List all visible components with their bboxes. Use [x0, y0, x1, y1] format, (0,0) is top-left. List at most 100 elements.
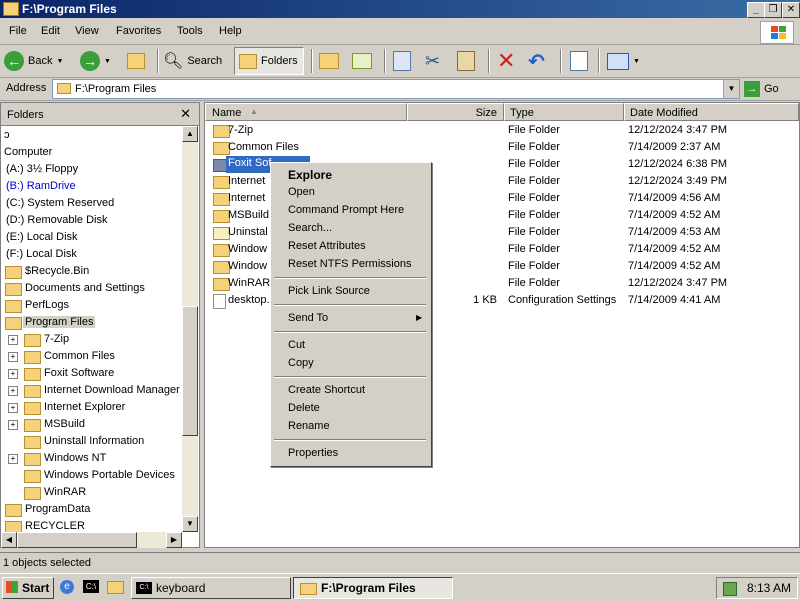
expand-icon[interactable]: + — [8, 403, 18, 413]
menu-edit[interactable]: Edit — [41, 25, 60, 37]
windows-logo-icon — [6, 581, 18, 593]
folder-icon — [5, 504, 22, 517]
menu-view[interactable]: View — [75, 25, 99, 37]
scroll-thumb[interactable] — [182, 306, 198, 436]
taskbar-item-explorer[interactable]: F:\Program Files — [293, 577, 453, 599]
menu-item-cut[interactable]: Cut — [273, 336, 427, 354]
expand-icon[interactable]: + — [8, 335, 18, 345]
close-folders-pane-icon[interactable]: ✕ — [180, 106, 191, 122]
chevron-down-icon: ▼ — [104, 57, 111, 65]
network-icon[interactable] — [723, 582, 737, 596]
menu-item-delete[interactable]: Delete — [273, 399, 427, 417]
folder-icon[interactable] — [107, 581, 124, 594]
scroll-thumb[interactable] — [17, 532, 137, 548]
address-bar: Address F:\Program Files ▼ → Go — [0, 78, 800, 101]
menu-item-reset-ntfs[interactable]: Reset NTFS Permissions — [273, 255, 427, 273]
address-value: F:\Program Files — [75, 83, 157, 95]
menu-item-command-prompt[interactable]: Command Prompt Here — [273, 201, 427, 219]
forward-button[interactable]: → ▼ — [80, 47, 111, 75]
scroll-up-icon[interactable]: ▲ — [182, 126, 198, 142]
views-button[interactable]: ▼ — [607, 47, 640, 75]
scroll-down-icon[interactable]: ▼ — [182, 516, 198, 532]
back-button[interactable]: ← Back ▼ — [4, 47, 63, 75]
menu-item-create-shortcut[interactable]: Create Shortcut — [273, 381, 427, 399]
address-label: Address — [6, 82, 47, 94]
copy-to-button[interactable] — [352, 47, 372, 75]
toolbar: ← Back ▼ → ▼ 🔍︎ Search Folders ✂ ✕ ↶ ▼ — [0, 45, 800, 78]
file-row[interactable]: 7-Zip File Folder 12/12/2024 3:47 PM — [205, 122, 799, 139]
up-folder-icon — [127, 53, 145, 69]
address-input[interactable]: F:\Program Files ▼ — [52, 79, 740, 99]
folder-icon — [300, 583, 317, 595]
undo-button[interactable]: ↶ — [528, 47, 545, 75]
properties-button[interactable] — [570, 47, 588, 75]
start-button[interactable]: Start — [2, 577, 54, 599]
submenu-arrow-icon: ▶ — [416, 313, 423, 322]
paste-button[interactable] — [457, 47, 475, 75]
file-row[interactable]: Common Files File Folder 7/14/2009 2:37 … — [205, 139, 799, 156]
folder-icon — [24, 351, 41, 364]
taskbar-item-keyboard[interactable]: C:\ keyboard — [131, 577, 291, 599]
delete-button[interactable]: ✕ — [497, 47, 515, 75]
column-header-date-modified[interactable]: Date Modified — [624, 103, 799, 121]
menu-item-pick-link-source[interactable]: Pick Link Source — [273, 282, 427, 300]
expand-icon[interactable]: + — [8, 352, 18, 362]
folder-icon — [5, 283, 22, 296]
sort-ascending-icon: ▲ — [250, 107, 258, 116]
menu-item-open[interactable]: Open — [273, 183, 427, 201]
cut-button[interactable]: ✂ — [425, 47, 440, 75]
system-tray: 8:13 AM — [716, 577, 798, 599]
clock[interactable]: 8:13 AM — [747, 581, 791, 595]
scroll-right-icon[interactable]: ▶ — [166, 532, 182, 548]
column-header-type[interactable]: Type — [504, 103, 624, 121]
move-to-button[interactable] — [319, 47, 339, 75]
menu-item-copy[interactable]: Copy — [273, 354, 427, 372]
menu-item-rename[interactable]: Rename — [273, 417, 427, 435]
expand-icon[interactable]: + — [8, 420, 18, 430]
maximize-button[interactable]: ❐ — [764, 2, 782, 18]
chevron-down-icon: ▼ — [633, 57, 640, 65]
menu-item-reset-attributes[interactable]: Reset Attributes — [273, 237, 427, 255]
scroll-left-icon[interactable]: ◀ — [1, 532, 17, 548]
menu-item-send-to[interactable]: Send To ▶ — [273, 309, 427, 327]
expand-icon[interactable]: + — [8, 369, 18, 379]
internet-explorer-icon[interactable]: e — [60, 580, 74, 594]
folders-vertical-scrollbar[interactable]: ▲ ▼ — [182, 126, 198, 532]
copy-button[interactable] — [393, 47, 411, 75]
go-button[interactable]: → Go — [744, 79, 779, 98]
menu-help[interactable]: Help — [219, 25, 242, 37]
menu-file[interactable]: File — [9, 25, 27, 37]
move-to-icon — [319, 53, 339, 69]
menu-tools[interactable]: Tools — [177, 25, 203, 37]
status-text: 1 objects selected — [3, 557, 92, 569]
go-label: Go — [764, 82, 779, 95]
menu-item-search[interactable]: Search... — [273, 219, 427, 237]
command-prompt-icon: C:\ — [136, 582, 152, 594]
column-header-name[interactable]: Name ▲ — [205, 103, 407, 121]
folders-pane-title: Folders — [7, 109, 44, 121]
folders-button[interactable]: Folders — [234, 47, 304, 75]
menu-separator — [274, 277, 426, 279]
menu-separator — [274, 439, 426, 441]
folders-horizontal-scrollbar[interactable]: ◀ ▶ — [1, 532, 182, 548]
chevron-down-icon: ▼ — [56, 57, 64, 65]
title-bar[interactable]: F:\Program Files _ ❐ ✕ — [0, 0, 800, 18]
folder-icon — [5, 266, 22, 279]
menu-item-properties[interactable]: Properties — [273, 444, 427, 462]
address-dropdown-button[interactable]: ▼ — [723, 80, 739, 98]
column-header-size[interactable]: Size — [407, 103, 504, 121]
folder-icon — [24, 487, 41, 500]
command-prompt-icon[interactable]: C:\ — [83, 580, 99, 593]
search-button[interactable]: 🔍︎ Search — [163, 47, 222, 75]
folder-icon — [24, 470, 41, 483]
menu-separator — [274, 376, 426, 378]
menu-item-explore[interactable]: Explore — [273, 165, 427, 183]
minimize-button[interactable]: _ — [747, 2, 765, 18]
expand-icon[interactable]: + — [8, 454, 18, 464]
taskbar: Start e C:\ C:\ keyboard F:\Program File… — [0, 573, 800, 601]
expand-icon[interactable]: + — [8, 386, 18, 396]
menu-bar: File Edit View Favorites Tools Help — [0, 18, 800, 45]
close-button[interactable]: ✕ — [782, 2, 800, 18]
up-folder-button[interactable] — [127, 47, 145, 75]
menu-favorites[interactable]: Favorites — [116, 25, 161, 37]
